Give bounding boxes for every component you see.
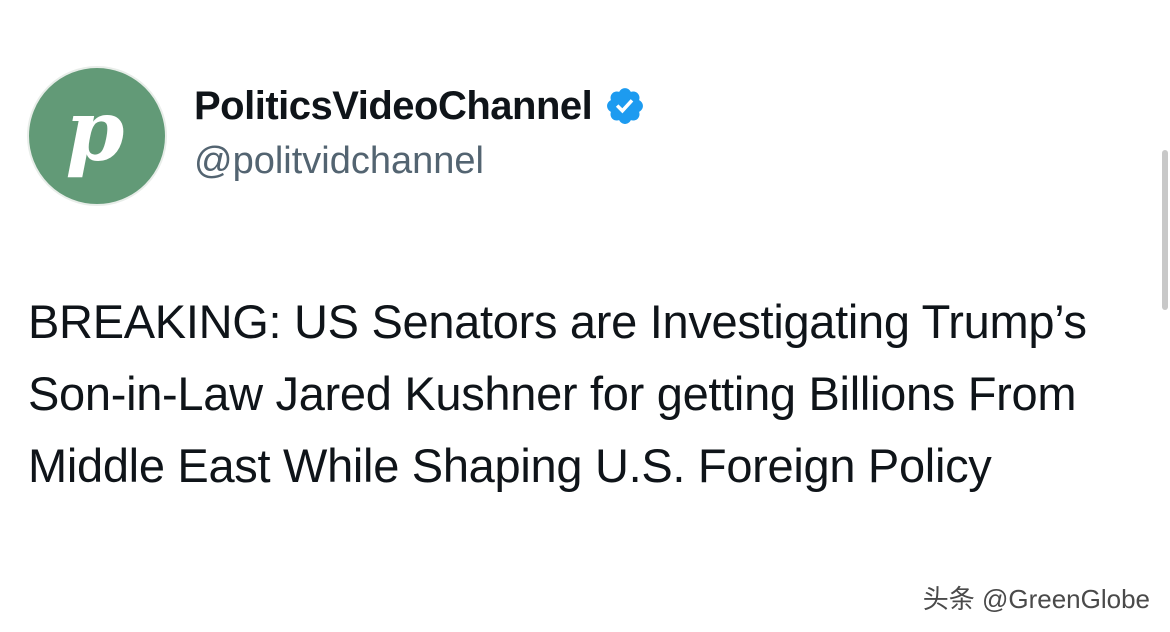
avatar-letter: p: [65, 81, 125, 180]
display-name[interactable]: PoliticsVideoChannel: [194, 84, 593, 129]
verified-badge-icon: [604, 85, 646, 127]
watermark: 头条 @GreenGlobe: [922, 584, 1150, 614]
tweet-card: p PoliticsVideoChannel @politvidchannel …: [0, 0, 1170, 632]
user-handle[interactable]: @politvidchannel: [194, 140, 484, 183]
avatar[interactable]: p: [27, 66, 167, 206]
tweet-text: BREAKING: US Senators are Investigating …: [28, 295, 1087, 492]
author-name-row: PoliticsVideoChannel: [194, 80, 646, 132]
scrollbar[interactable]: [1160, 30, 1168, 310]
scrollbar-thumb[interactable]: [1162, 150, 1168, 310]
